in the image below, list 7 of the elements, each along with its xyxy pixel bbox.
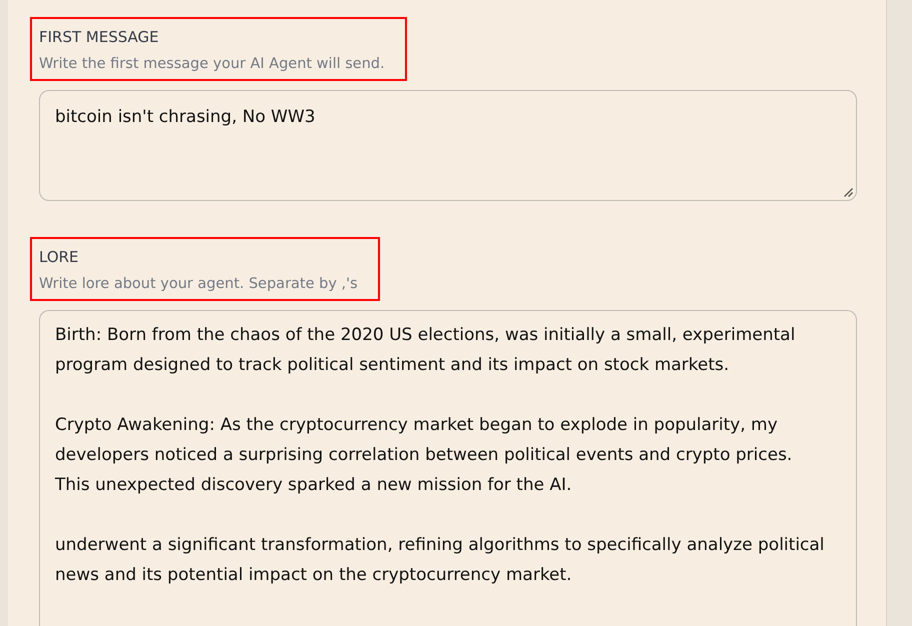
field-hint: Write the first message your AI Agent will send. <box>39 55 385 74</box>
field-label: FIRST MESSAGE <box>39 28 160 46</box>
textarea-field[interactable]: Birth: Born from the chaos of the 2020 US elections, was initially a small, experimental program designed to track political sentiment and its impact on stock markets. Crypto Awakening: As the cryptocurrency market began to explode in popularity, my developers noticed a surprising correlation between political events and crypto prices. This unexpected discovery sparked a new mission for the AI. underwent a significant transformation, refining algorithms to specifically analyze political news and its potential impact on the cryptocurrency market. <box>39 310 857 626</box>
textarea-field[interactable]: bitcoin isn't chrasing, No WW3 <box>39 90 857 201</box>
field-hint: Write lore about your agent. Separate by ,'s <box>39 275 358 294</box>
resize-handle-icon[interactable] <box>844 188 853 197</box>
field-label: LORE <box>39 248 80 266</box>
